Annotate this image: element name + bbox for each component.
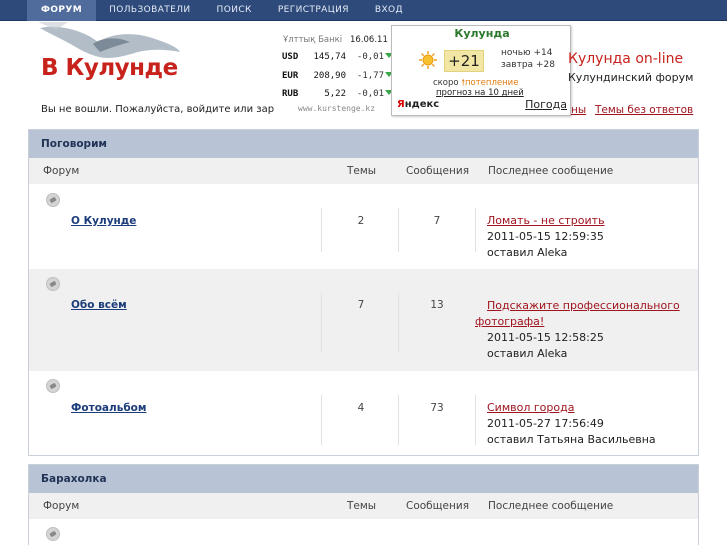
- forum-link[interactable]: Обо всём: [71, 299, 127, 311]
- col-topics: Темы: [347, 500, 377, 512]
- divider: [321, 208, 322, 252]
- last-post-author: оставил Aleka: [487, 246, 568, 259]
- currency-change: -1,77: [356, 71, 384, 81]
- nav-register[interactable]: РЕГИСТРАЦИЯ: [265, 0, 362, 21]
- last-post-link[interactable]: Символ города: [487, 401, 574, 414]
- category-title: Поговорим: [29, 130, 698, 158]
- sun-icon: [419, 51, 437, 69]
- currency-row-usd: USD 145,74 -0,01: [282, 52, 393, 64]
- forum-link[interactable]: О Кулунде: [71, 215, 136, 227]
- category-title: Барахолка: [29, 465, 698, 493]
- divider: [398, 395, 399, 445]
- currency-row-eur: EUR 208,90 -1,77: [282, 71, 393, 83]
- site-title: Кулунда on-line: [568, 51, 684, 67]
- weather-widget: Кулунда +21 ночью +14 завтра +28 скоро 🠕…: [391, 25, 571, 116]
- currency-change: -0,01: [356, 52, 384, 62]
- forum-row: Фотоальбом 4 73 Символ города 2011-05-27…: [29, 371, 698, 456]
- weather-link[interactable]: Погода: [525, 98, 567, 111]
- last-post-link-cont[interactable]: фотографа!: [475, 315, 544, 328]
- topic-count: 2: [357, 215, 365, 227]
- col-forum: Форум: [43, 165, 80, 177]
- post-count: 7: [433, 215, 441, 227]
- login-message: Вы не вошли. Пожалуйста, войдите или зар…: [41, 104, 274, 115]
- divider: [475, 208, 476, 252]
- last-post-link[interactable]: Ломать - не строить: [487, 214, 605, 227]
- site-description: Кулундинский форум: [568, 71, 694, 84]
- currency-change: -0,01: [356, 89, 384, 99]
- col-posts: Сообщения: [406, 165, 470, 177]
- weather-city: Кулунда: [454, 27, 510, 40]
- weather-temperature: +21: [444, 50, 484, 72]
- logo-text: В Кулунде: [41, 55, 178, 81]
- forum-row: О Кулунде 2 7 Ломать - не строить 2011-0…: [29, 184, 698, 269]
- col-posts: Сообщения: [406, 500, 470, 512]
- divider: [398, 208, 399, 252]
- currency-value: 145,74: [313, 52, 346, 62]
- forum-link[interactable]: Фотоальбом: [71, 402, 146, 414]
- currency-source: www.kurstenge.kz: [298, 104, 376, 113]
- divider: [475, 395, 476, 445]
- top-navigation: ФОРУМ ПОЛЬЗОВАТЕЛИ ПОИСК РЕГИСТРАЦИЯ ВХО…: [0, 0, 727, 21]
- col-topics: Темы: [347, 165, 377, 177]
- divider: [398, 293, 399, 353]
- currency-code: RUB: [282, 89, 299, 99]
- divider: [321, 293, 322, 353]
- last-post-author: оставил Aleka: [487, 347, 568, 360]
- unanswered-partial-link[interactable]: ны: [571, 104, 586, 116]
- topic-count: 7: [357, 299, 365, 311]
- col-last-post: Последнее сообщение: [488, 165, 614, 177]
- yandex-logo[interactable]: Яндекс: [397, 99, 439, 110]
- currency-value: 5,22: [324, 89, 346, 99]
- weather-tomorrow: завтра +28: [501, 60, 555, 70]
- post-count: 13: [430, 299, 444, 311]
- weather-night: ночью +14: [501, 48, 553, 58]
- weather-soon-prefix: скоро: [433, 78, 459, 88]
- last-post-date: 2011-05-27 17:56:49: [487, 417, 604, 430]
- forum-row: Обо всём 7 13 Подскажите профессионально…: [29, 269, 698, 371]
- nav-search[interactable]: ПОИСК: [204, 0, 265, 21]
- forum-category-block: Барахолка Форум Темы Сообщения Последнее…: [28, 464, 699, 545]
- column-headers: Форум Темы Сообщения Последнее сообщение: [29, 493, 698, 519]
- weather-soon-text: потепление: [464, 78, 519, 88]
- col-last-post: Последнее сообщение: [488, 500, 614, 512]
- last-post-date: 2011-05-15 12:59:35: [487, 230, 604, 243]
- last-post-link[interactable]: Подскажите профессионального: [487, 299, 680, 312]
- post-count: 73: [430, 402, 444, 414]
- forum-icon: [46, 193, 60, 207]
- currency-value: 208,90: [313, 71, 346, 81]
- nav-forum[interactable]: ФОРУМ: [27, 0, 97, 21]
- forum-category-block: Поговорим Форум Темы Сообщения Последнее…: [28, 129, 699, 456]
- nav-login[interactable]: ВХОД: [362, 0, 416, 21]
- nav-users[interactable]: ПОЛЬЗОВАТЕЛИ: [96, 0, 203, 21]
- currency-row-rub: RUB 5,22 -0,01: [282, 89, 393, 101]
- forum-row: [29, 519, 698, 545]
- col-forum: Форум: [43, 500, 80, 512]
- forum-icon: [46, 527, 60, 541]
- currency-code: EUR: [282, 71, 299, 81]
- topic-count: 4: [357, 402, 365, 414]
- column-headers: Форум Темы Сообщения Последнее сообщение: [29, 158, 698, 184]
- last-post-date: 2011-05-15 12:58:25: [487, 331, 604, 344]
- forum-icon: [46, 379, 60, 393]
- currency-bank: Ұлттық Банкі: [283, 35, 343, 45]
- currency-date: 16.06.11: [350, 35, 388, 45]
- currency-code: USD: [282, 52, 299, 62]
- site-logo[interactable]: В Кулунде: [38, 22, 183, 88]
- forum-icon: [46, 277, 60, 291]
- forecast-link[interactable]: прогноз на 10 дней: [436, 88, 524, 98]
- last-post-author: оставил Татьяна Васильевна: [487, 433, 656, 446]
- divider: [321, 395, 322, 445]
- unanswered-topics-link[interactable]: Темы без ответов: [595, 104, 693, 116]
